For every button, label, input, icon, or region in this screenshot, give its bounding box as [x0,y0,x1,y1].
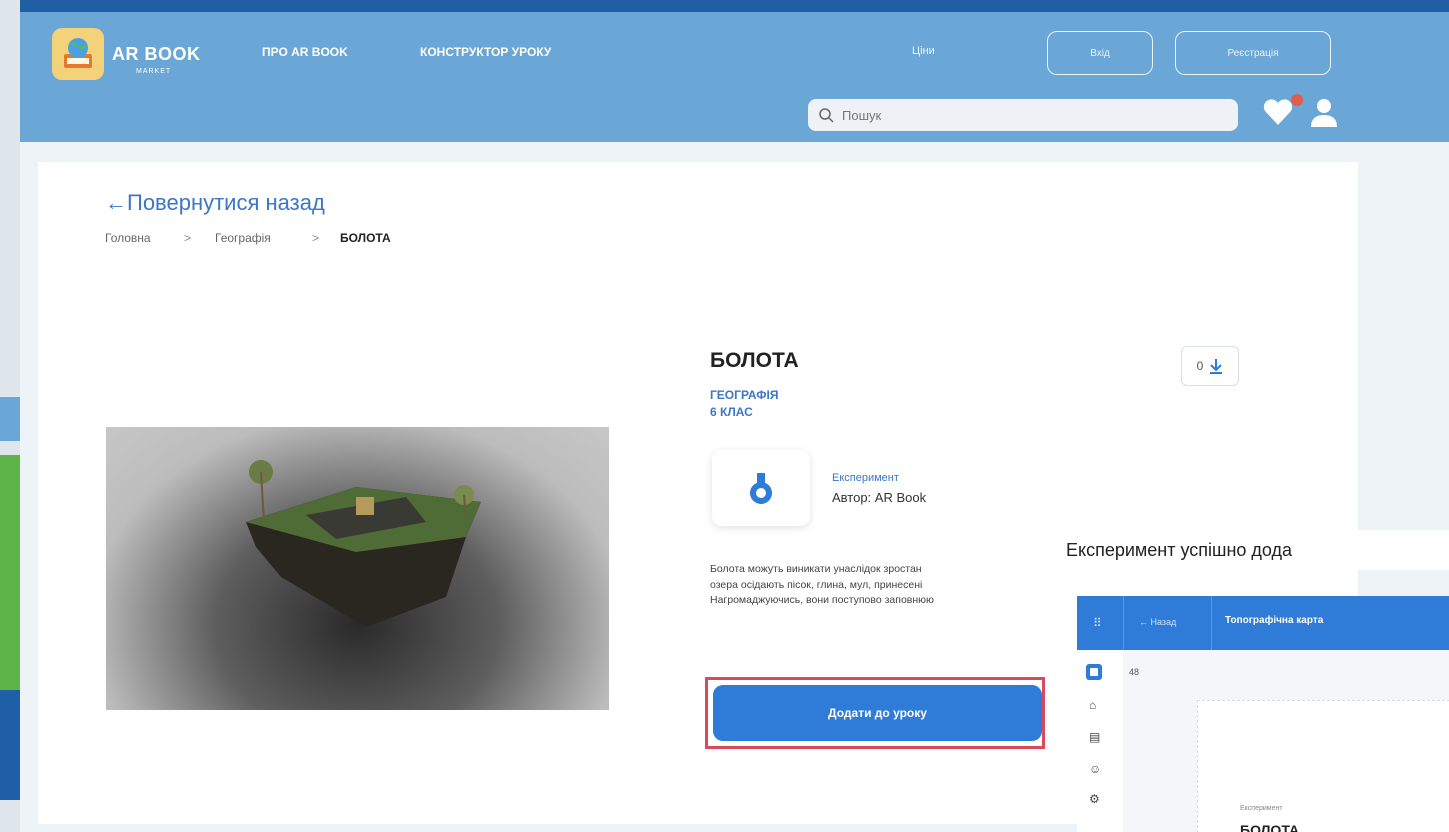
heart-icon[interactable] [1262,97,1294,127]
zoom-level[interactable]: 48 [1129,667,1139,677]
home-icon[interactable]: ⌂ [1089,698,1096,712]
toast-message: Експеримент успішно дода [1066,540,1293,560]
lesson-builder-preview: ⠿ ← Назад Топографічна карта ⌂ ▤ ☺ ⚙ 48 … [1077,596,1449,832]
subject-label[interactable]: ГЕОГРАФІЯ [710,388,778,402]
success-toast: Експеримент успішно дода [1052,530,1449,570]
brand-name[interactable]: AR BOOK [112,44,201,65]
description-line: Нагромаджуючись, вони поступово заповнюю [710,594,934,606]
login-button[interactable]: Вхід [1047,31,1153,75]
back-link[interactable]: ←Повернутися назад [105,190,325,216]
favorites-badge [1291,94,1303,106]
description-line: Болота можуть виникати унаслідок зростан [710,563,922,575]
flask-icon [750,473,772,504]
add-to-lesson-highlight: Додати до уроку [705,677,1045,749]
brand-subtitle: MARKET [136,68,172,75]
user-icon[interactable] [1308,97,1340,127]
model-preview[interactable] [106,427,609,710]
search-icon [819,108,834,123]
builder-card-title: БОЛОТА [1240,822,1300,832]
users-icon[interactable]: ☺ [1089,762,1101,776]
grade-label[interactable]: 6 КЛАС [710,405,753,419]
register-button[interactable]: Реєстрація [1175,31,1331,75]
download-count: 0 [1196,359,1204,373]
description: Болота можуть виникати унаслідок зростан… [710,562,1040,609]
breadcrumb-home[interactable]: Головна [105,231,151,245]
author-label: Автор: AR Book [832,490,927,505]
toolbar-divider [1211,596,1212,650]
search-bar[interactable] [808,99,1238,131]
grid-icon[interactable]: ⠿ [1093,616,1107,630]
add-to-lesson-button[interactable]: Додати до уроку [713,685,1042,741]
nav-prices[interactable]: Ціни [912,45,935,57]
settings-icon[interactable]: ⚙ [1089,792,1100,806]
slides-icon[interactable] [1086,664,1102,680]
page-title: БОЛОТА [710,349,799,372]
register-label: Реєстрація [1227,47,1279,59]
description-line: озера осідають пісок, глина, мул, принес… [710,578,923,591]
breadcrumb-current: БОЛОТА [340,231,391,245]
nav-about[interactable]: ПРО AR BOOK [262,45,348,59]
search-input[interactable] [840,106,1224,124]
download-icon [1210,359,1223,374]
breadcrumb-separator: > [312,231,320,245]
logo-icon[interactable] [52,28,104,80]
side-scrap-top [0,397,20,441]
builder-experiment-label: Експеримент [1240,805,1283,812]
side-scrap-bottom [0,690,20,800]
login-label: Вхід [1090,47,1110,59]
builder-title: Топографічна карта [1225,615,1324,626]
nav-constructor[interactable]: КОНСТРУКТОР УРОКУ [420,45,551,59]
builder-back-button[interactable]: ← Назад [1139,617,1176,627]
download-count-button[interactable]: 0 [1181,346,1239,386]
library-icon[interactable]: ▤ [1089,730,1100,744]
builder-canvas[interactable] [1197,700,1449,832]
experiment-tile [712,450,810,526]
toolbar-divider [1123,596,1124,650]
breadcrumb-separator: > [184,231,192,245]
experiment-type: Експеримент [832,472,899,484]
breadcrumb-geography[interactable]: Географія [215,231,271,245]
top-bar [20,0,1449,12]
